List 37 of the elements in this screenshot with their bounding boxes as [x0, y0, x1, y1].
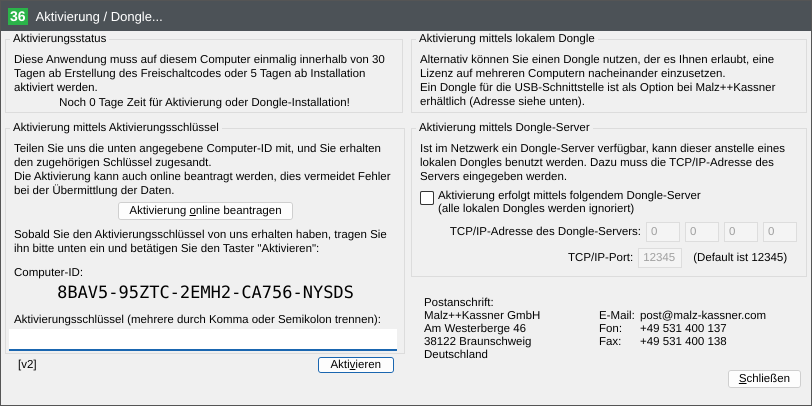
activate-button[interactable]: Aktivieren	[318, 357, 394, 373]
dongle-text: Alternativ können Sie einen Dongle nutzen, der es Ihnen erlaubt, eine Lizenz auf mehreren Computern nacheinander einzusetzen. Ein Dongle für die USB-Schnittstelle ist als Option bei Malz++Kassner erhältlich (Adresse siehe unten).	[420, 53, 776, 109]
remaining-days-text: Noch 0 Tage Zeit für Aktivierung oder Dongle-Installation!	[58, 96, 351, 110]
checkbox-label: Aktivierung erfolgt mittels folgendem Dongle-Server (alle lokalen Dongles werden ignoriert)	[438, 190, 701, 216]
group-title: Aktivierung mittels Aktivierungsschlüssel	[12, 122, 220, 134]
group-title: Aktivierung mittels lokalem Dongle	[418, 33, 596, 45]
postal-address: Postanschrift: Malz++Kassner GmbH Am Westerberge 46 38122 Braunschweig Deutschland	[424, 297, 542, 362]
status-text: Diese Anwendung muss auf diesem Computer einmalig innerhalb von 30 Tagen ab Erstellung des Freischaltcodes oder 5 Tagen ab Installation aktiviert werden.	[14, 53, 386, 95]
key-input[interactable]	[9, 329, 397, 351]
group-title: Aktivierungsstatus	[12, 33, 108, 45]
request-online-button[interactable]: Aktivierung online beantragen	[118, 202, 293, 220]
checkbox[interactable]	[420, 191, 434, 205]
computer-id: 8BAV5-95ZTC-2EMH2-CA756-NYSDS	[56, 283, 355, 303]
close-button[interactable]: Schließen	[728, 370, 801, 388]
port-label: TCP/IP-Port:	[568, 252, 634, 264]
ip-octet-field[interactable]: 0	[724, 222, 758, 242]
group-title: Aktivierung mittels Dongle-Server	[418, 122, 591, 134]
port-field[interactable]: 12345	[638, 248, 682, 268]
ip-octet-field[interactable]: 0	[646, 222, 680, 242]
contact-value: +49 531 400 138	[640, 336, 727, 349]
contact-label: Fon:	[599, 323, 624, 336]
contact-label: E-Mail:	[599, 310, 636, 323]
ip-octet-field[interactable]: 0	[763, 222, 797, 242]
window-title: Aktivierung / Dongle...	[36, 8, 163, 24]
port-default-text: (Default ist 12345)	[693, 252, 788, 264]
instructions-text: Teilen Sie uns die unten angegebene Computer-ID mit, und Sie erhalten den zugehörigen Schlüssel zugesandt. Die Aktivierung kann auch online beantragt werden, dies vermeidet Fehler bei der Übermittlung der Daten.	[14, 142, 392, 198]
computer-id-label: Computer-ID:	[14, 266, 84, 280]
key-label: Aktivierungsschlüssel (mehrere durch Komma oder Semikolon trennen):	[14, 313, 382, 327]
dongle-server-text: Ist im Netzwerk ein Dongle-Server verfügbar, kann dieser anstelle eines lokalen Dongles benutzt werden. Dazu muss die TCP/IP-Adresse des Servers eingegeben werden.	[420, 142, 786, 184]
version-text: [v2]	[18, 359, 37, 371]
contact-value: +49 531 400 137	[640, 323, 727, 336]
ip-address-label: TCP/IP-Adresse des Dongle-Servers:	[450, 226, 641, 238]
ip-octet-field[interactable]: 0	[685, 222, 719, 242]
app-icon: 36	[8, 8, 28, 24]
contact-value: post@malz-kassner.com	[640, 310, 766, 323]
instructions-text: Sobald Sie den Aktivierungsschlüssel von uns erhalten haben, tragen Sie ihn bitte unten ein und betätigen Sie den Taster "Aktivieren":	[14, 228, 388, 256]
contact-label: Fax:	[599, 336, 622, 349]
